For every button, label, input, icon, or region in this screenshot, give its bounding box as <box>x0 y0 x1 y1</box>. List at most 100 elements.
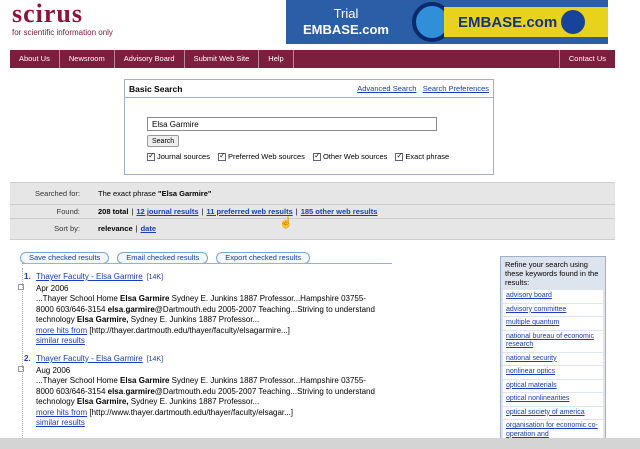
snippet-highlight: Elsa Garmire, <box>76 315 129 324</box>
result-url: [http://thayer.dartmouth.edu/thayer/facu… <box>89 325 290 335</box>
result-title-row: Thayer Faculty - Elsa Garmire [14K] <box>36 354 496 366</box>
result-item: 1. Thayer Faculty - Elsa Garmire [14K] Ap… <box>18 272 496 347</box>
refine-keyword[interactable]: national security <box>503 353 603 366</box>
snippet-text: @Dartmouth.edu 2005-2007 Teaching...Stri… <box>154 386 375 396</box>
more-hits-link[interactable]: more hits from <box>36 326 87 335</box>
nav-about-us[interactable]: About Us <box>10 50 60 68</box>
search-panel-header: Basic Search Advanced Search Search Pref… <box>125 80 493 98</box>
result-size: [14K] <box>146 356 164 363</box>
separator: | <box>135 224 138 233</box>
found-label: Found: <box>56 207 80 216</box>
search-source-checks: Journal sources Preferred Web sources Ot… <box>147 151 457 161</box>
logo-tagline: for scientific information only <box>12 28 113 37</box>
check-journal-sources[interactable]: Journal sources <box>147 151 210 161</box>
sort-date-link[interactable]: date <box>141 224 156 233</box>
sort-value: relevance | date <box>98 224 156 233</box>
refine-keyword[interactable]: nonlinear optics <box>503 366 603 380</box>
search-panel-title: Basic Search <box>129 83 183 94</box>
result-snippet-line1: ...Thayer School Home Elsa Garmire Sydne… <box>36 376 496 387</box>
results-tree-line <box>22 268 23 438</box>
check-exact-phrase[interactable]: Exact phrase <box>395 151 450 161</box>
refine-keyword[interactable]: advisory board <box>503 290 603 304</box>
checkbox-checked-icon[interactable] <box>217 151 226 161</box>
result-checkbox[interactable] <box>18 366 24 372</box>
nav-contact-us[interactable]: Contact Us <box>558 50 615 68</box>
searched-value: The exact phrase "Elsa Garmire" <box>98 189 211 198</box>
refine-heading: Refine your search using these keywords … <box>505 260 599 287</box>
result-similar-row: similar results <box>36 418 496 429</box>
snippet-highlight: Elsa Garmire <box>120 376 170 385</box>
searched-phrase: "Elsa Garmire" <box>158 189 212 198</box>
refine-keyword[interactable]: optical materials <box>503 380 603 393</box>
separator: | <box>201 207 204 216</box>
snippet-text: technology <box>36 397 77 406</box>
search-button[interactable]: Search <box>147 135 180 147</box>
refine-keyword[interactable]: optical society of america <box>503 407 603 420</box>
result-similar-row: similar results <box>36 336 496 347</box>
refine-keyword[interactable]: national bureau of economic research <box>503 331 603 353</box>
scirus-logo[interactable]: scirus for scientific information only <box>12 1 113 38</box>
result-size: [14K] <box>146 274 164 281</box>
snippet-highlight: garmire <box>125 304 155 314</box>
similar-results-link[interactable]: similar results <box>36 336 85 345</box>
result-checkbox[interactable] <box>18 284 24 290</box>
summary-searched-row: Searched for: The exact phrase "Elsa Gar… <box>10 187 615 200</box>
snippet-text: ...Thayer School Home <box>36 376 121 385</box>
preferred-web-results-link[interactable]: 11 preferred web results <box>206 207 292 216</box>
main-nav: About Us Newsroom Advisory Board Submit … <box>10 50 615 68</box>
nav-help[interactable]: Help <box>259 50 294 68</box>
check-other-web-sources[interactable]: Other Web sources <box>312 151 387 161</box>
result-title-row: Thayer Faculty - Elsa Garmire [14K] <box>36 272 496 284</box>
other-web-results-link[interactable]: 185 other web results <box>301 207 378 216</box>
snippet-text: 8000 603/646-3154 <box>36 304 108 314</box>
checkbox-checked-icon[interactable] <box>395 151 404 161</box>
separator: | <box>295 207 298 216</box>
checkbox-checked-icon[interactable] <box>147 151 155 161</box>
refine-keyword[interactable]: multiple quantum <box>503 317 603 331</box>
snippet-text: @Dartmouth.edu 2005-2007 Teaching...Stri… <box>154 304 375 314</box>
result-title-link[interactable]: Thayer Faculty - Elsa Garmire <box>36 354 143 363</box>
actions-divider <box>22 263 392 264</box>
advanced-search-link[interactable]: Advanced Search <box>357 84 416 93</box>
nav-advisory-board[interactable]: Advisory Board <box>115 50 185 68</box>
more-hits-link[interactable]: more hits from <box>36 408 87 417</box>
result-more-hits-row: more hits from [http://www.thayer.dartmo… <box>36 408 496 419</box>
found-value: 208 total | 12 journal results | 11 prefer… <box>98 207 377 216</box>
search-input[interactable] <box>147 117 437 131</box>
embase-banner-ad[interactable]: Trial EMBASE.com EMBASE.com <box>286 0 608 44</box>
search-preferences-link[interactable]: Search Preferences <box>423 84 489 93</box>
embase-dot-icon <box>561 10 586 34</box>
snippet-text: Sydney E. Junkins 1887 Professor...Hamps… <box>169 294 366 303</box>
found-total: 208 total <box>98 207 129 216</box>
result-snippet-line3: technology Elsa Garmire, Sydney E. Junki… <box>36 397 496 408</box>
refine-keyword[interactable]: advisory committee <box>503 304 603 317</box>
result-item: 2. Thayer Faculty - Elsa Garmire [14K] Au… <box>18 354 496 429</box>
results-summary: Searched for: The exact phrase "Elsa Gar… <box>10 182 615 240</box>
result-title-link[interactable]: Thayer Faculty - Elsa Garmire <box>36 272 143 281</box>
refine-keyword[interactable]: optical nonlinearities <box>503 393 603 407</box>
snippet-highlight: garmire <box>125 386 155 396</box>
checkbox-checked-icon[interactable] <box>312 151 321 161</box>
check-preferred-web-sources[interactable]: Preferred Web sources <box>217 151 305 161</box>
similar-results-link[interactable]: similar results <box>36 418 85 427</box>
refine-keyword[interactable]: organisation for economic co-operation a… <box>503 420 603 439</box>
result-snippet-line1: ...Thayer School Home Elsa Garmire Sydne… <box>36 294 496 305</box>
nav-newsroom[interactable]: Newsroom <box>60 50 115 68</box>
snippet-text: Sydney E. Junkins 1887 Professor...Hamps… <box>169 376 366 385</box>
journal-results-link[interactable]: 12 journal results <box>136 207 198 216</box>
window-bottom-bar <box>0 438 640 449</box>
check-label: Exact phrase <box>405 152 450 161</box>
snippet-text: ...Thayer School Home <box>36 294 121 303</box>
hand-cursor-icon: ☝ <box>279 217 293 229</box>
refine-keyword-list: advisory board advisory committee multip… <box>503 290 603 439</box>
banner-line2: EMBASE.com <box>303 22 389 37</box>
snippet-highlight: Elsa Garmire <box>120 294 170 303</box>
snippet-highlight: Elsa Garmire, <box>76 397 129 406</box>
banner-brand-strip: EMBASE.com <box>444 7 608 37</box>
summary-sort-row: Sort by: relevance | date <box>10 222 615 235</box>
searched-prefix: The exact phrase <box>98 189 156 198</box>
nav-submit-web-site[interactable]: Submit Web Site <box>185 50 260 68</box>
snippet-text: Sydney E. Junkins 1887 Professor... <box>128 397 260 406</box>
result-date: Apr 2006 <box>36 283 69 293</box>
check-label: Preferred Web sources <box>227 152 305 161</box>
